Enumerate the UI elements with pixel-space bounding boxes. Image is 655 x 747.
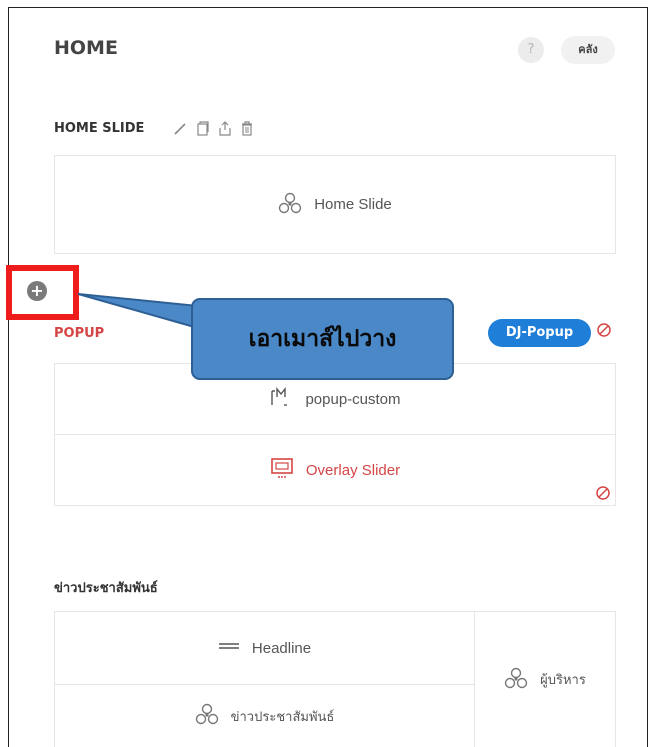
module-news[interactable]: ข่าวประชาสัมพันธ์ bbox=[54, 684, 475, 747]
dj-popup-badge[interactable]: DJ-Popup bbox=[488, 319, 591, 347]
section-title-popup: POPUP bbox=[54, 326, 105, 341]
module-label: popup-custom bbox=[305, 390, 401, 408]
section-title-news: ข่าวประชาสัมพันธ์ bbox=[54, 581, 158, 596]
add-section-icon[interactable]: + bbox=[27, 281, 47, 301]
export-icon[interactable] bbox=[218, 120, 232, 136]
delete-icon[interactable] bbox=[240, 120, 254, 136]
module-label: Headline bbox=[251, 639, 312, 657]
module-headline[interactable]: Headline bbox=[54, 611, 475, 685]
fan-icon bbox=[504, 666, 528, 694]
module-home-slide[interactable]: Home Slide bbox=[54, 155, 616, 254]
library-button[interactable]: คลัง bbox=[561, 36, 615, 64]
copy-icon[interactable] bbox=[196, 120, 210, 136]
module-overlay-slider[interactable]: Overlay Slider bbox=[54, 434, 616, 506]
instruction-callout: เอาเมาส์ไปวาง bbox=[191, 298, 454, 380]
module-label: Home Slide bbox=[314, 196, 392, 213]
fan-icon bbox=[278, 191, 302, 219]
fan-icon bbox=[195, 702, 219, 730]
page-title: HOME bbox=[54, 37, 118, 59]
module-m-icon bbox=[269, 385, 293, 413]
module-label: ข่าวประชาสัมพันธ์ bbox=[230, 708, 335, 724]
monitor-icon bbox=[270, 456, 294, 484]
section-title-home-slide: HOME SLIDE bbox=[54, 121, 145, 136]
lines-icon bbox=[218, 640, 240, 656]
edit-icon[interactable] bbox=[174, 120, 188, 136]
help-button[interactable]: ? bbox=[518, 37, 544, 63]
module-label: ผู้บริหาร bbox=[540, 672, 586, 687]
module-executives[interactable]: ผู้บริหาร bbox=[474, 611, 616, 747]
disable-icon[interactable] bbox=[595, 485, 611, 501]
section-toolbar bbox=[174, 120, 254, 136]
disable-icon[interactable] bbox=[596, 322, 612, 338]
module-label: Overlay Slider bbox=[305, 461, 401, 479]
